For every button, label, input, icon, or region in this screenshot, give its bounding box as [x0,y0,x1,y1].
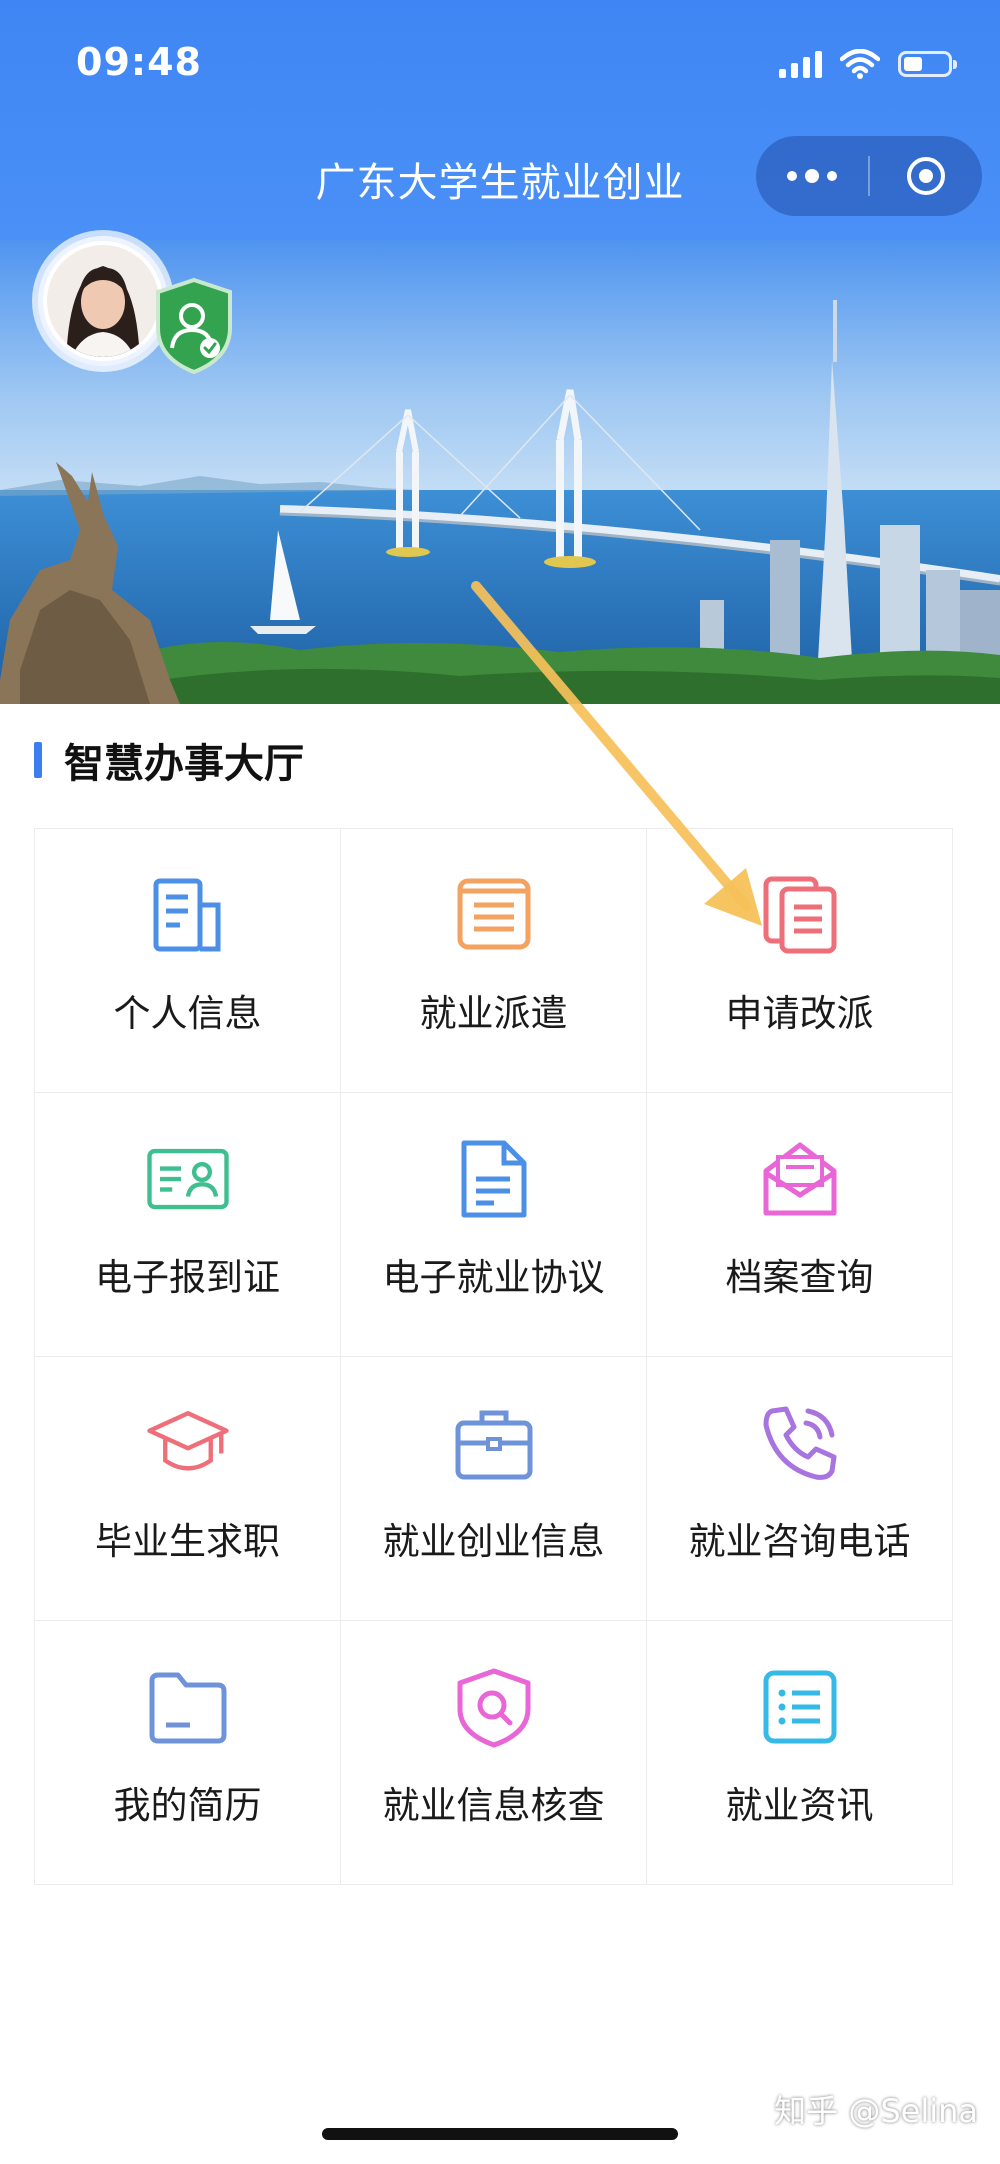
grid-item-label: 档案查询 [725,1256,874,1299]
grid-item-consult-phone[interactable]: 就业咨询电话 [647,1357,953,1621]
watermark: 知乎 @Selina [774,2092,978,2130]
service-grid: 个人信息 就业派遣 申请改派 电子报到证 电子就业协议 档案查询 毕业生求职 就… [34,828,953,1885]
grid-item-graduate-job-seeking[interactable]: 毕业生求职 [35,1357,341,1621]
wifi-icon [840,49,880,79]
grid-item-label: 就业信息核查 [382,1784,605,1827]
grid-item-label: 电子报到证 [95,1256,280,1299]
envelope-icon [763,1142,836,1216]
grid-item-reassignment[interactable]: 申请改派 [647,829,953,1093]
dispatch-icon [457,878,530,950]
shield-search-icon [457,1668,530,1748]
grid-item-e-report-certificate[interactable]: 电子报到证 [35,1093,341,1357]
graduation-cap-icon [146,1411,229,1471]
grid-item-employment-verification[interactable]: 就业信息核查 [341,1621,647,1885]
phone-icon [763,1406,836,1480]
close-icon [907,157,945,195]
verified-shield-icon [156,277,232,375]
close-button[interactable] [870,136,982,216]
grid-item-label: 个人信息 [113,992,262,1035]
briefcase-icon [455,1410,532,1480]
folder-icon [149,1672,226,1744]
grid-item-employment-info[interactable]: 就业创业信息 [341,1357,647,1621]
grid-item-personal-info[interactable]: 个人信息 [35,829,341,1093]
grid-item-label: 就业创业信息 [382,1520,605,1563]
grid-item-label: 电子就业协议 [382,1256,605,1299]
status-time: 09:48 [76,40,202,84]
signal-icon [779,50,822,78]
certificate-icon [146,1148,229,1210]
section-header: 智慧办事大厅 [34,738,304,787]
personal-info-icon [153,878,220,952]
status-icons [779,44,957,84]
avatar[interactable] [38,236,168,366]
grid-item-label: 就业咨询电话 [688,1520,911,1563]
grid-item-employment-news[interactable]: 就业资讯 [647,1621,953,1885]
section-accent-bar [34,742,42,778]
more-button[interactable] [756,136,868,216]
grid-item-label: 就业派遣 [419,992,568,1035]
list-icon [763,1670,836,1744]
home-indicator[interactable] [322,2128,678,2140]
grid-item-label: 我的简历 [113,1784,262,1827]
grid-item-label: 申请改派 [725,992,874,1035]
grid-item-my-resume[interactable]: 我的简历 [35,1621,341,1885]
header: 09:48 广东大学生就业创业 [0,0,1000,240]
grid-item-e-employment-agreement[interactable]: 电子就业协议 [341,1093,647,1357]
battery-icon [898,51,957,77]
grid-item-archive-query[interactable]: 档案查询 [647,1093,953,1357]
agreement-document-icon [461,1140,526,1218]
reassignment-icon [763,876,836,954]
grid-item-label: 毕业生求职 [95,1520,280,1563]
mini-program-capsule [756,136,982,216]
grid-item-label: 就业资讯 [725,1784,874,1827]
section-title: 智慧办事大厅 [64,741,304,787]
grid-item-dispatch[interactable]: 就业派遣 [341,829,647,1093]
